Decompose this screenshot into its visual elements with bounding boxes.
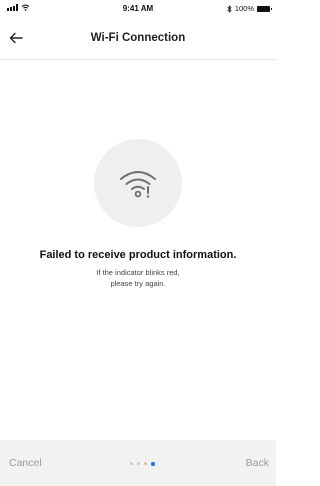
- status-right: 100%: [227, 4, 272, 13]
- step-dot: [144, 462, 147, 466]
- wifi-connection-screen: 9:41 AM 100% Wi-Fi Connection Failed to …: [0, 0, 276, 486]
- status-bar: 9:41 AM 100%: [0, 0, 276, 18]
- footer-bar: Cancel Back: [0, 440, 276, 486]
- step-dot: [130, 462, 133, 466]
- step-dot-active: [151, 462, 155, 466]
- wifi-error-icon: [120, 171, 156, 198]
- bluetooth-icon: [227, 4, 232, 13]
- navigation-bar: Wi-Fi Connection: [0, 24, 276, 56]
- nav-divider: [0, 59, 276, 60]
- step-indicator: [130, 462, 155, 466]
- error-subtext-line2: please try again.: [110, 279, 166, 288]
- back-button[interactable]: Back: [246, 457, 269, 469]
- step-dot: [137, 462, 140, 466]
- wifi-error-icon-container: [94, 139, 182, 227]
- error-headline: Failed to receive product information.: [39, 249, 237, 261]
- cancel-button[interactable]: Cancel: [9, 457, 42, 469]
- battery-percent: 100%: [234, 4, 254, 13]
- page-title: Wi-Fi Connection: [90, 32, 186, 44]
- error-subtext-line1: If the indicator blinks red,: [96, 268, 180, 277]
- battery-icon: [257, 5, 272, 12]
